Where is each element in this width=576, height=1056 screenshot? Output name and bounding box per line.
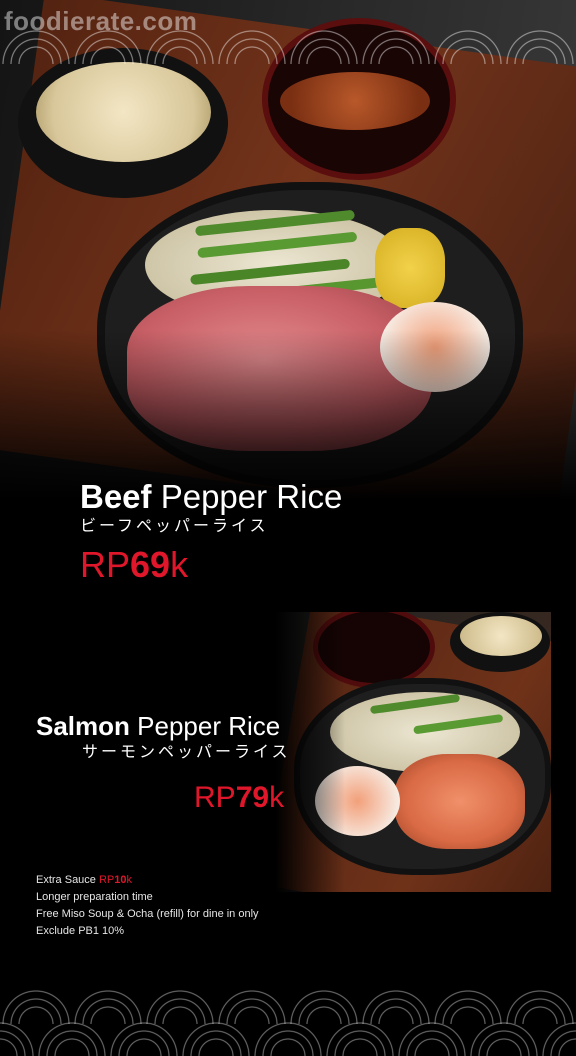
note-preparation-time: Longer preparation time [36, 891, 153, 903]
beef-menu-item: Beef Pepper Rice ビーフペッパーライス RP69k [80, 478, 342, 586]
beef-pepper-rice-photo [0, 0, 576, 500]
salmon-pepper-rice-photo [275, 612, 551, 892]
salmon-menu-item: Salmon Pepper Rice サーモンペッパーライス [36, 710, 291, 762]
extra-sauce-price-number: 10 [114, 874, 127, 886]
menu-notes: Extra Sauce RP10k Longer preparation tim… [36, 872, 259, 940]
salmon-cubes [395, 754, 525, 849]
extra-sauce-price-suffix: k [126, 874, 133, 886]
note-tax: Exclude PB1 10% [36, 925, 125, 937]
extra-sauce-price: RP10k [99, 874, 132, 886]
extra-sauce-price-currency: RP [98, 874, 115, 886]
note-extra-sauce: Extra Sauce RP10k [36, 872, 259, 889]
beef-name-rest: Pepper Rice [160, 478, 343, 515]
beef-name-jp: ビーフペッパーライス [80, 516, 269, 535]
beef-price-suffix: k [170, 544, 189, 585]
salmon-name-jp: サーモンペッパーライス [82, 742, 291, 761]
rice-bowl [450, 612, 550, 672]
note-free-soup: Free Miso Soup & Ocha (refill) for dine … [36, 908, 259, 920]
salmon-title: Salmon Pepper Rice [36, 710, 291, 742]
beef-price: RP69k [80, 544, 342, 586]
wave-pattern-bottom-row2 [0, 992, 576, 1056]
watermark: foodierate.com [4, 6, 198, 36]
beef-price-number: 69 [130, 544, 171, 585]
photo-fade [0, 330, 576, 500]
salmon-price: RP79k [194, 780, 284, 816]
extra-sauce-label: Extra Sauce [36, 874, 96, 886]
salmon-name-bold: Salmon [36, 711, 130, 741]
corn [375, 228, 445, 308]
beef-name-bold: Beef [80, 478, 152, 515]
beef-price-currency: RP [80, 544, 131, 585]
salmon-price-suffix: k [269, 781, 285, 814]
rice-bowl [18, 48, 228, 198]
salmon-name-rest: Pepper Rice [137, 711, 281, 741]
salmon-price-currency: RP [194, 781, 236, 814]
beef-title: Beef Pepper Rice [80, 478, 342, 516]
salmon-price-number: 79 [235, 781, 270, 814]
